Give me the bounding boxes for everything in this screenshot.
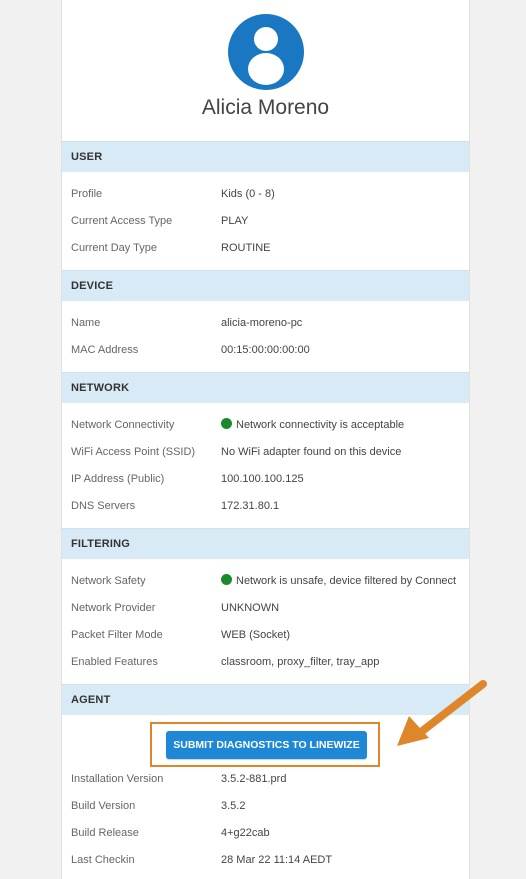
row-label: Last Checkin xyxy=(71,854,135,866)
row-value: 4+g22cab xyxy=(221,827,270,839)
row-value: 100.100.100.125 xyxy=(221,473,304,485)
status-dot-icon xyxy=(221,418,232,429)
info-row-device-name: Name alicia-moreno-pc xyxy=(62,313,469,333)
info-row-last-checkin: Last Checkin 28 Mar 22 11:14 AEDT xyxy=(62,850,469,870)
row-value: 00:15:00:00:00:00 xyxy=(221,344,310,356)
avatar-head xyxy=(254,27,278,51)
row-label: Current Day Type xyxy=(71,242,158,254)
info-row-ip-address: IP Address (Public) 100.100.100.125 xyxy=(62,469,469,489)
row-value: No WiFi adapter found on this device xyxy=(221,446,402,458)
row-label: Installation Version xyxy=(71,773,164,785)
section-header-filtering: FILTERING xyxy=(62,528,469,559)
info-row-day-type: Current Day Type ROUTINE xyxy=(62,238,469,258)
avatar-body xyxy=(248,53,284,85)
info-row-mac-address: MAC Address 00:15:00:00:00:00 xyxy=(62,340,469,360)
info-row-network-provider: Network Provider UNKNOWN xyxy=(62,598,469,618)
row-value: alicia-moreno-pc xyxy=(221,317,303,329)
row-label: Network Provider xyxy=(71,602,156,614)
section-header-user: USER xyxy=(62,141,469,172)
info-row-dns-servers: DNS Servers 172.31.80.1 xyxy=(62,496,469,516)
status-dot-icon xyxy=(221,574,232,585)
row-label: Profile xyxy=(71,188,103,200)
row-label: Enabled Features xyxy=(71,656,158,668)
row-label: Network Connectivity xyxy=(71,419,175,431)
info-row-packet-filter-mode: Packet Filter Mode WEB (Socket) xyxy=(62,625,469,645)
info-row-access-type: Current Access Type PLAY xyxy=(62,211,469,231)
status-text: Network is unsafe, device filtered by Co… xyxy=(236,575,457,587)
info-row-enabled-features: Enabled Features classroom, proxy_filter… xyxy=(62,652,469,672)
row-value: PLAY xyxy=(221,215,249,227)
submit-diagnostics-button[interactable]: SUBMIT DIAGNOSTICS TO LINEWIZE xyxy=(166,731,367,759)
arrow-icon xyxy=(397,680,487,746)
info-row-build-release: Build Release 4+g22cab xyxy=(62,823,469,843)
row-label: Packet Filter Mode xyxy=(71,629,163,641)
info-row-wifi-ssid: WiFi Access Point (SSID) No WiFi adapter… xyxy=(62,442,469,462)
row-label: Build Version xyxy=(71,800,136,812)
user-avatar-icon xyxy=(228,14,304,90)
row-label: Build Release xyxy=(71,827,139,839)
row-label: Network Safety xyxy=(71,575,146,587)
row-label: Name xyxy=(71,317,101,329)
section-header-network: NETWORK xyxy=(62,372,469,403)
row-value: Network connectivity is acceptable xyxy=(221,415,404,435)
row-value: ROUTINE xyxy=(221,242,271,254)
row-value: WEB (Socket) xyxy=(221,629,291,641)
row-label: WiFi Access Point (SSID) xyxy=(71,446,196,458)
user-name: Alicia Moreno xyxy=(201,96,330,119)
status-text: Network connectivity is acceptable xyxy=(236,419,405,431)
info-row-installation-version: Installation Version 3.5.2-881.prd xyxy=(62,769,469,789)
row-value: 172.31.80.1 xyxy=(221,500,280,512)
row-value: 3.5.2-881.prd xyxy=(221,773,287,785)
row-value: classroom, proxy_filter, tray_app xyxy=(221,656,380,668)
row-label: MAC Address xyxy=(71,344,139,356)
row-label: Current Access Type xyxy=(71,215,173,227)
info-row-network-safety: Network Safety Network is unsafe, device… xyxy=(62,571,469,591)
row-value: Kids (0 - 8) xyxy=(221,188,275,200)
info-row-build-version: Build Version 3.5.2 xyxy=(62,796,469,816)
row-label: DNS Servers xyxy=(71,500,136,512)
row-value: Network is unsafe, device filtered by Co… xyxy=(221,571,456,591)
info-row-network-connectivity: Network Connectivity Network connectivit… xyxy=(62,415,469,435)
row-label: IP Address (Public) xyxy=(71,473,165,485)
row-value: 3.5.2 xyxy=(221,800,246,812)
section-header-device: DEVICE xyxy=(62,270,469,301)
row-value: UNKNOWN xyxy=(221,602,280,614)
info-row-profile: Profile Kids (0 - 8) xyxy=(62,184,469,204)
row-value: 28 Mar 22 11:14 AEDT xyxy=(221,854,333,866)
